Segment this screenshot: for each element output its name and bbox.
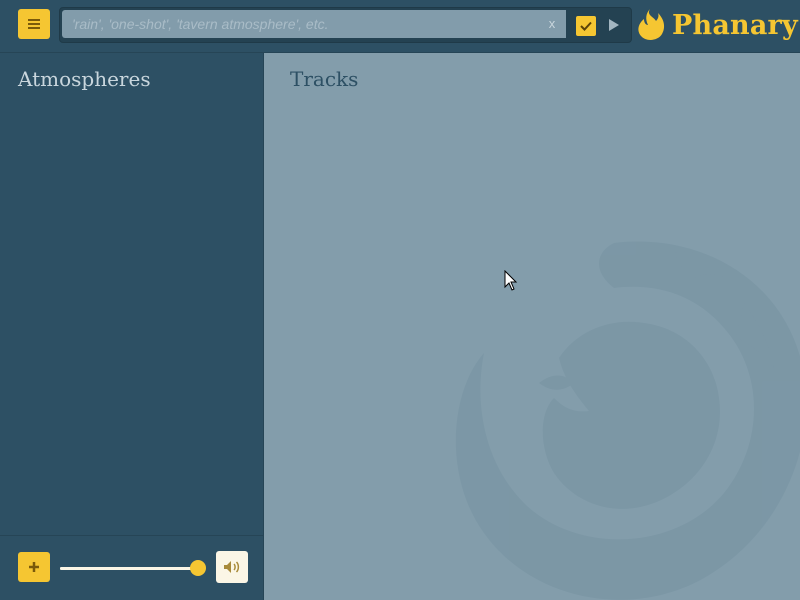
clear-search-button[interactable]: x — [544, 14, 560, 34]
brand: Phanary — [636, 4, 798, 46]
hamburger-menu-icon — [28, 19, 40, 29]
tracks-title: Tracks — [290, 67, 359, 91]
confirm-button[interactable] — [576, 16, 596, 36]
checkmark-icon — [580, 21, 592, 31]
volume-slider-fill — [60, 567, 198, 570]
volume-slider-thumb[interactable] — [190, 560, 206, 576]
play-button[interactable] — [604, 15, 624, 35]
flame-logo-icon — [638, 9, 665, 40]
mute-button[interactable] — [216, 551, 248, 583]
play-icon — [609, 19, 619, 31]
top-bar: x Phanary — [0, 0, 800, 53]
sidebar-title: Atmospheres — [18, 67, 151, 91]
sidebar-footer — [0, 535, 263, 600]
search-input[interactable] — [62, 10, 566, 38]
search-bar: x — [59, 7, 632, 43]
menu-button[interactable] — [18, 9, 50, 39]
volume-slider[interactable] — [60, 560, 206, 576]
add-atmosphere-button[interactable] — [18, 552, 50, 582]
speaker-icon — [224, 561, 240, 573]
tracks-panel: Tracks — [264, 53, 800, 600]
plus-icon — [29, 562, 39, 572]
phoenix-watermark-icon — [455, 241, 800, 600]
brand-name: Phanary — [672, 9, 798, 41]
sidebar: Atmospheres — [0, 53, 264, 600]
